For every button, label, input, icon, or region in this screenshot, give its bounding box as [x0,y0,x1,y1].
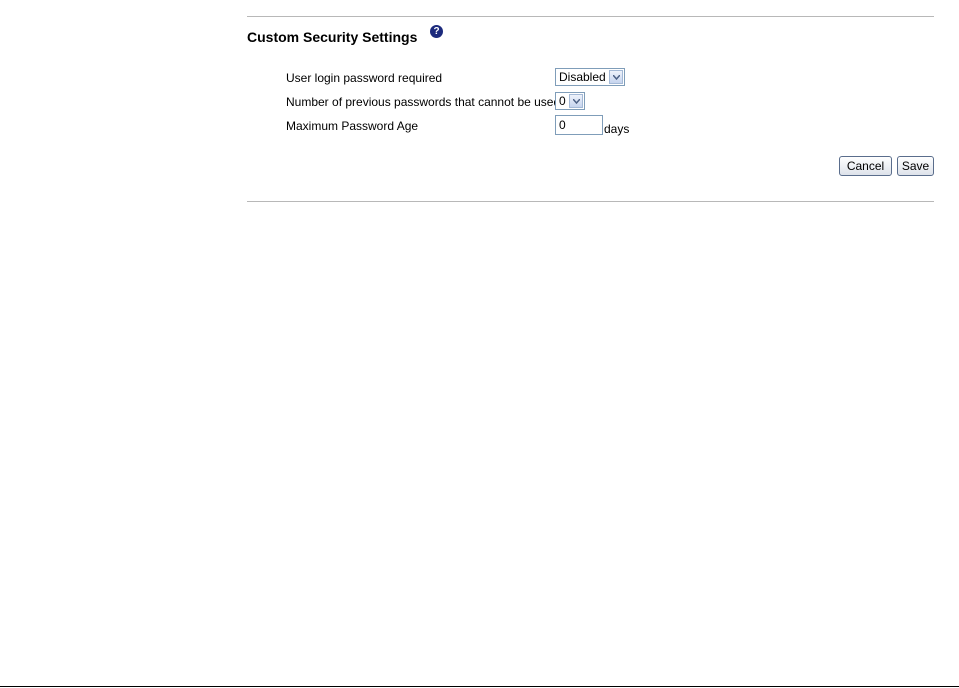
previous-passwords-select[interactable]: 0 [555,92,585,110]
max-password-age-input[interactable] [555,115,603,135]
max-password-age-label: Maximum Password Age [286,119,419,133]
section-title: Custom Security Settings [247,29,418,45]
save-button[interactable]: Save [897,156,934,176]
cancel-button[interactable]: Cancel [839,156,892,176]
help-icon[interactable]: ? [430,25,443,38]
previous-passwords-label: Number of previous passwords that cannot… [286,95,561,109]
bottom-border [0,686,959,687]
max-password-age-unit: days [604,122,630,136]
chevron-down-icon [569,94,583,108]
login-required-label: User login password required [286,71,443,85]
login-required-value: Disabled [559,70,606,84]
section-divider [247,201,934,202]
top-divider [247,16,934,17]
login-required-select[interactable]: Disabled [555,68,625,86]
chevron-down-icon [609,70,623,84]
previous-passwords-value: 0 [559,94,566,108]
